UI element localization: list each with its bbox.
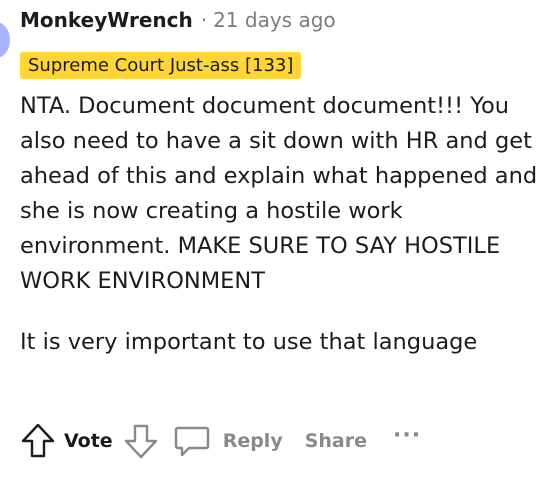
vote-count: Vote bbox=[64, 430, 113, 452]
share-button[interactable]: Share bbox=[305, 430, 367, 452]
reply-button[interactable]: Reply bbox=[173, 424, 283, 458]
more-options-icon[interactable]: ··· bbox=[393, 423, 421, 448]
comment-meta: MonkeyWrench · 21 days ago bbox=[20, 8, 544, 42]
upvote-icon[interactable] bbox=[20, 422, 56, 460]
meta-separator: · bbox=[200, 8, 208, 32]
comment-actions: Vote Reply Share ··· bbox=[20, 420, 421, 462]
comment-timestamp[interactable]: 21 days ago bbox=[213, 8, 336, 32]
comment-paragraph: NTA. Document document document!!! You a… bbox=[20, 93, 538, 294]
reply-label: Reply bbox=[222, 430, 283, 452]
avatar[interactable] bbox=[0, 22, 10, 58]
reply-icon bbox=[173, 424, 211, 458]
downvote-icon[interactable] bbox=[123, 422, 159, 460]
comment: MonkeyWrench · 21 days ago Supreme Court… bbox=[20, 8, 544, 360]
comment-paragraph: It is very important to use that languag… bbox=[20, 329, 478, 355]
user-flair: Supreme Court Just-ass [133] bbox=[20, 52, 302, 79]
comment-body: NTA. Document document document!!! You a… bbox=[20, 89, 544, 360]
author-username[interactable]: MonkeyWrench bbox=[20, 8, 193, 32]
